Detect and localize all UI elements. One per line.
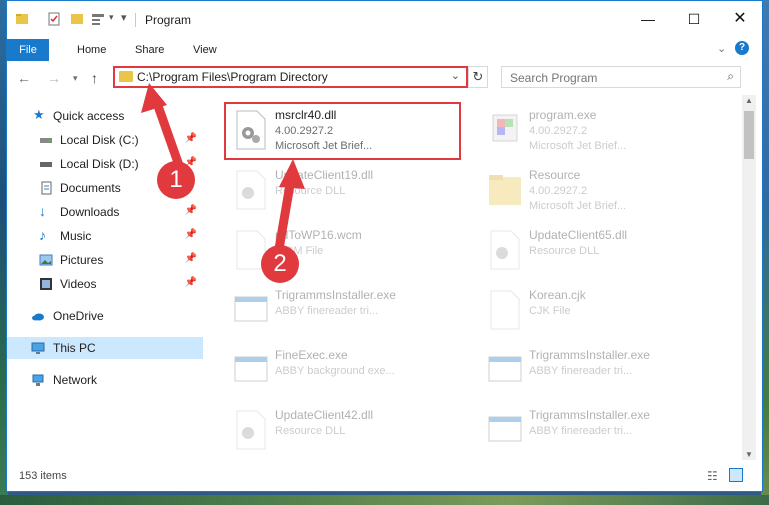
callout-2: 2: [261, 245, 299, 283]
callout-1: 1: [157, 161, 195, 199]
explorer-window: ▾ ▾ Program — ☐ ✕ File Home Share View ⌄…: [6, 0, 763, 492]
annotation-arrows: [141, 83, 305, 254]
